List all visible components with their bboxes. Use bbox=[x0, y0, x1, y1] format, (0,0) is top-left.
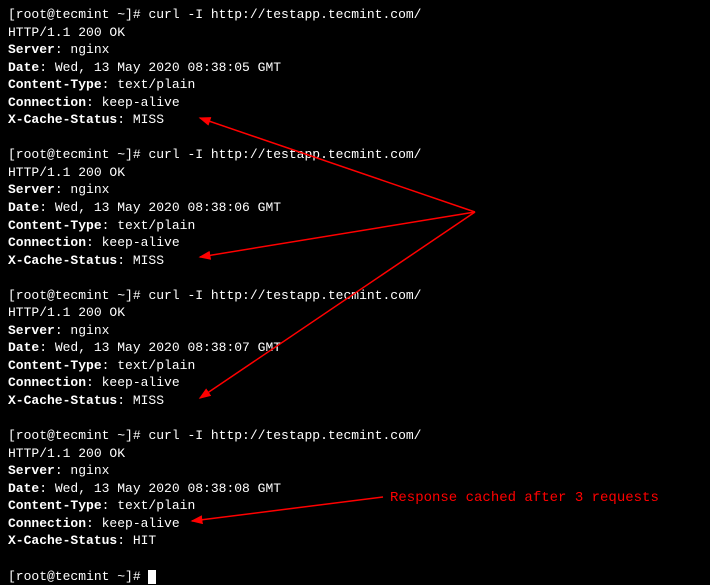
prompt-user-host: [root@tecmint ~] bbox=[8, 7, 133, 22]
header-connection: Connection: keep-alive bbox=[8, 515, 702, 533]
header-content-type: Content-Type: text/plain bbox=[8, 357, 702, 375]
header-content-type: Content-Type: text/plain bbox=[8, 76, 702, 94]
prompt-hash: # bbox=[133, 147, 149, 162]
http-status: HTTP/1.1 200 OK bbox=[8, 304, 702, 322]
header-date: Date: Wed, 13 May 2020 08:38:06 GMT bbox=[8, 199, 702, 217]
prompt-line: [root@tecmint ~]# curl -I http://testapp… bbox=[8, 146, 702, 164]
prompt-hash: # bbox=[133, 428, 149, 443]
header-content-type: Content-Type: text/plain bbox=[8, 217, 702, 235]
prompt-line: [root@tecmint ~]# curl -I http://testapp… bbox=[8, 287, 702, 305]
command-text: curl -I http://testapp.tecmint.com/ bbox=[148, 7, 421, 22]
command-text: curl -I http://testapp.tecmint.com/ bbox=[148, 428, 421, 443]
prompt-user-host: [root@tecmint ~] bbox=[8, 288, 133, 303]
header-date: Date: Wed, 13 May 2020 08:38:07 GMT bbox=[8, 339, 702, 357]
annotation-text: Response cached after 3 requests bbox=[390, 489, 659, 508]
response-block: [root@tecmint ~]# curl -I http://testapp… bbox=[8, 146, 702, 269]
header-server: Server: nginx bbox=[8, 181, 702, 199]
cursor-icon bbox=[148, 570, 156, 584]
header-server: Server: nginx bbox=[8, 322, 702, 340]
prompt-line: [root@tecmint ~]# curl -I http://testapp… bbox=[8, 427, 702, 445]
header-cache-status: X-Cache-Status: MISS bbox=[8, 252, 702, 270]
http-status: HTTP/1.1 200 OK bbox=[8, 24, 702, 42]
prompt-hash: # bbox=[133, 288, 149, 303]
header-date: Date: Wed, 13 May 2020 08:38:05 GMT bbox=[8, 59, 702, 77]
command-text: curl -I http://testapp.tecmint.com/ bbox=[148, 147, 421, 162]
prompt-line: [root@tecmint ~]# curl -I http://testapp… bbox=[8, 6, 702, 24]
http-status: HTTP/1.1 200 OK bbox=[8, 164, 702, 182]
response-block: [root@tecmint ~]# curl -I http://testapp… bbox=[8, 287, 702, 410]
header-cache-status: X-Cache-Status: MISS bbox=[8, 392, 702, 410]
prompt-hash: # bbox=[133, 7, 149, 22]
header-server: Server: nginx bbox=[8, 462, 702, 480]
prompt-user-host: [root@tecmint ~] bbox=[8, 428, 133, 443]
http-status: HTTP/1.1 200 OK bbox=[8, 445, 702, 463]
prompt-hash: # bbox=[133, 569, 149, 584]
header-connection: Connection: keep-alive bbox=[8, 234, 702, 252]
prompt-user-host: [root@tecmint ~] bbox=[8, 569, 133, 584]
header-cache-status: X-Cache-Status: HIT bbox=[8, 532, 702, 550]
command-text: curl -I http://testapp.tecmint.com/ bbox=[148, 288, 421, 303]
header-connection: Connection: keep-alive bbox=[8, 94, 702, 112]
header-connection: Connection: keep-alive bbox=[8, 374, 702, 392]
response-block: [root@tecmint ~]# curl -I http://testapp… bbox=[8, 6, 702, 129]
header-server: Server: nginx bbox=[8, 41, 702, 59]
header-cache-status: X-Cache-Status: MISS bbox=[8, 111, 702, 129]
prompt-user-host: [root@tecmint ~] bbox=[8, 147, 133, 162]
prompt-line: [root@tecmint ~]# bbox=[8, 568, 702, 585]
